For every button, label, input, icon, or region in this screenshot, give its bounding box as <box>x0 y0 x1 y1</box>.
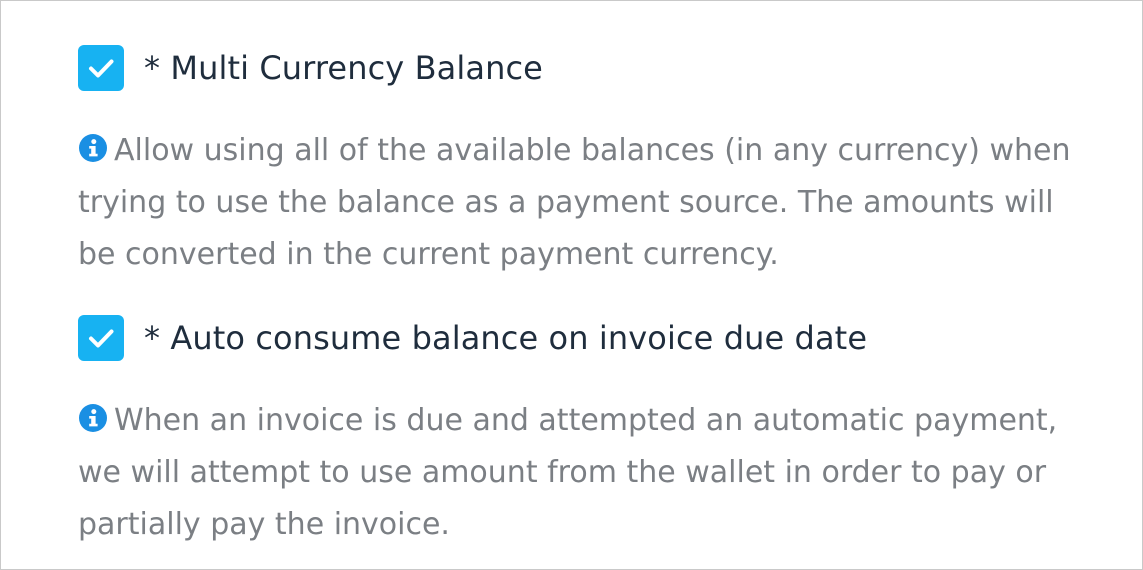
info-icon <box>78 133 108 163</box>
checkmark-icon <box>89 329 114 348</box>
help-text-block: When an invoice is due and attempted an … <box>78 395 1088 551</box>
multi-currency-balance-checkbox[interactable] <box>78 45 124 91</box>
checkbox-row: * Multi Currency Balance <box>78 45 1088 91</box>
checkbox-label: * Auto consume balance on invoice due da… <box>144 319 868 357</box>
checkbox-label: * Multi Currency Balance <box>144 49 543 87</box>
auto-consume-balance-checkbox[interactable] <box>78 315 124 361</box>
info-icon <box>78 403 108 433</box>
setting-auto-consume-balance: * Auto consume balance on invoice due da… <box>78 315 1088 551</box>
checkbox-row: * Auto consume balance on invoice due da… <box>78 315 1088 361</box>
setting-multi-currency-balance: * Multi Currency Balance Allow using all… <box>78 45 1088 281</box>
checkmark-icon <box>89 59 114 78</box>
help-text: When an invoice is due and attempted an … <box>78 403 1058 542</box>
help-text-block: Allow using all of the available balance… <box>78 125 1088 281</box>
help-text: Allow using all of the available balance… <box>78 133 1071 272</box>
settings-panel: * Multi Currency Balance Allow using all… <box>0 0 1143 570</box>
